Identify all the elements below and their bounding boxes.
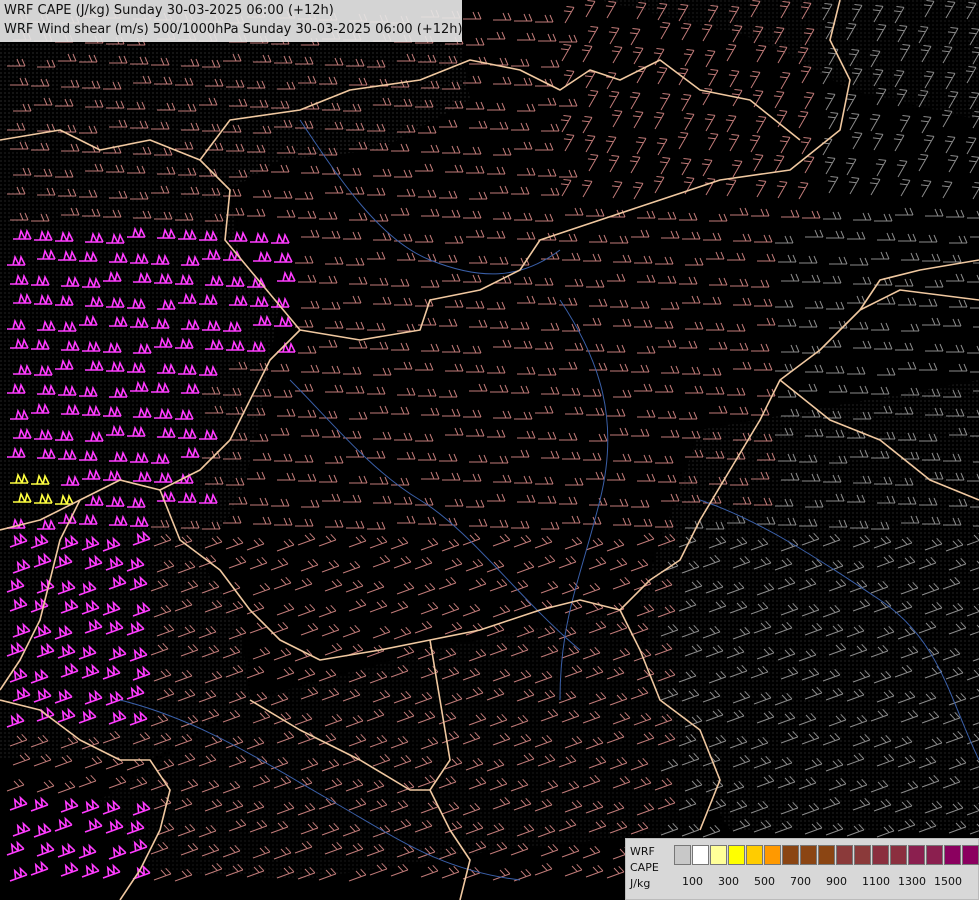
legend-model-label: WRF	[630, 845, 655, 858]
legend-swatch	[764, 845, 781, 865]
legend-tick-label: 1300	[898, 875, 926, 888]
legend-swatch	[836, 845, 853, 865]
legend-swatch	[908, 845, 925, 865]
legend-swatch	[692, 845, 709, 865]
legend-color-scale	[674, 845, 979, 865]
legend-tick-label: 1100	[862, 875, 890, 888]
legend-swatch	[926, 845, 943, 865]
map-canvas[interactable]	[0, 0, 979, 900]
legend-swatch	[854, 845, 871, 865]
legend-swatch	[782, 845, 799, 865]
legend-tick-labels: 100 300 500 700 900 1100 1300 1500	[674, 875, 974, 889]
legend-tick-label: 500	[754, 875, 775, 888]
map-title-box: WRF CAPE (J/kg) Sunday 30-03-2025 06:00 …	[0, 0, 463, 42]
legend-swatch	[962, 845, 979, 865]
legend-swatch	[728, 845, 745, 865]
legend-swatch	[818, 845, 835, 865]
legend-tick-label: 100	[682, 875, 703, 888]
legend-tick-label: 1500	[934, 875, 962, 888]
legend-swatch	[890, 845, 907, 865]
legend-unit-label: J/kg	[630, 877, 651, 890]
title-cape: WRF CAPE (J/kg) Sunday 30-03-2025 06:00 …	[4, 3, 334, 18]
cape-legend: WRF CAPE J/kg 100 300 500 700 900 1100 1300 150…	[625, 838, 979, 900]
legend-tick-label: 700	[790, 875, 811, 888]
legend-swatch	[674, 845, 691, 865]
legend-swatch	[746, 845, 763, 865]
legend-tick-label: 300	[718, 875, 739, 888]
title-wind-shear: WRF Wind shear (m/s) 500/1000hPa Sunday …	[4, 22, 463, 37]
legend-swatch	[800, 845, 817, 865]
legend-swatch	[944, 845, 961, 865]
legend-field-label: CAPE	[630, 861, 659, 874]
legend-tick-label: 900	[826, 875, 847, 888]
legend-swatch	[710, 845, 727, 865]
legend-swatch	[872, 845, 889, 865]
